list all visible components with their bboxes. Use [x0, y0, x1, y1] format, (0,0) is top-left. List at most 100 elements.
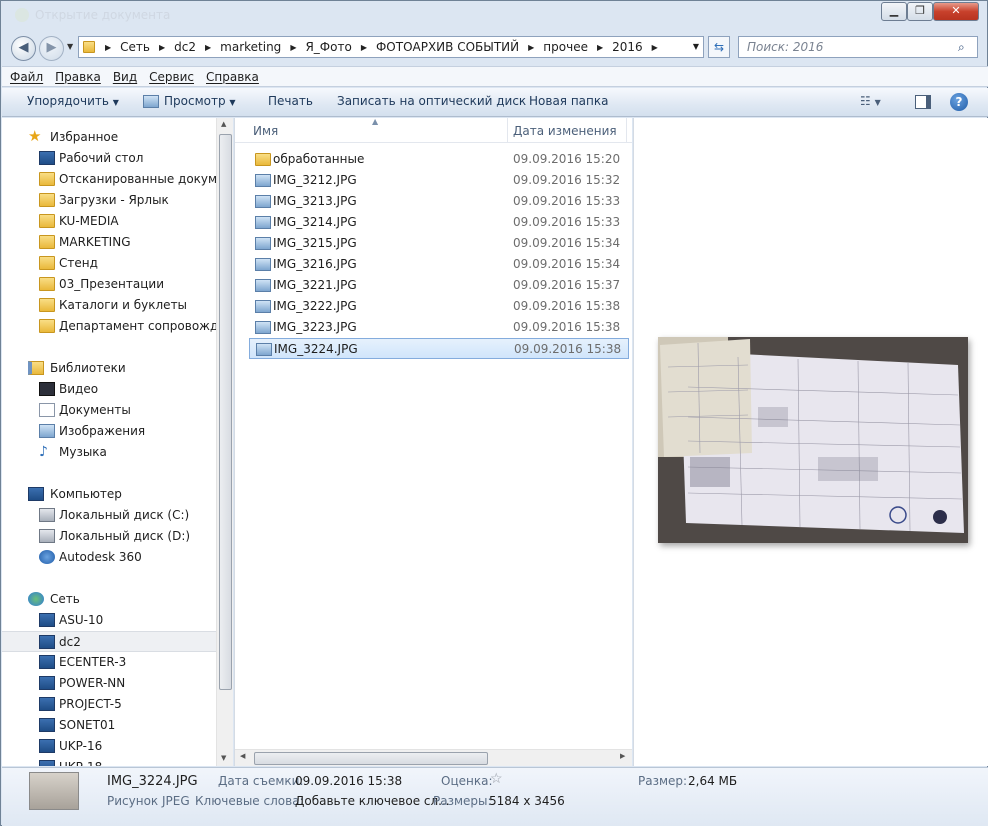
nav-item[interactable]: POWER-NN — [2, 673, 216, 694]
keywords-value[interactable]: Добавьте ключевое сл... — [295, 794, 450, 808]
crumb-item[interactable]: Сеть — [117, 40, 153, 54]
nav-header-network[interactable]: Сеть — [2, 589, 216, 610]
nav-item[interactable]: Видео — [2, 379, 216, 400]
image-file-icon — [255, 174, 271, 187]
close-button[interactable]: ✕ — [933, 2, 979, 21]
crumb-item[interactable]: прочее — [540, 40, 591, 54]
crumb-item[interactable]: 2016 — [609, 40, 646, 54]
file-scroll-thumb[interactable] — [254, 752, 488, 765]
nav-item[interactable]: KU-MEDIA — [2, 211, 216, 232]
nav-item[interactable]: UKP-16 — [2, 736, 216, 757]
crumb-separator-icon[interactable]: ▶ — [591, 43, 609, 52]
crumb-separator-icon[interactable]: ▶ — [522, 43, 540, 52]
nav-scroll-thumb[interactable] — [219, 134, 232, 690]
rating-star-icon[interactable]: ☆ — [490, 771, 503, 787]
crumb-separator-icon[interactable]: ▶ — [284, 43, 302, 52]
nav-item[interactable]: Каталоги и буклеты — [2, 295, 216, 316]
date-taken-value[interactable]: 09.09.2016 15:38 — [295, 774, 402, 788]
file-name: IMG_3223.JPG — [273, 320, 357, 334]
crumb-separator-icon[interactable]: ▶ — [646, 43, 664, 52]
nav-header-favorites[interactable]: ★ Избранное — [2, 127, 216, 148]
column-date[interactable]: Дата изменения — [513, 124, 617, 138]
burn-disc-button[interactable]: Записать на оптический диск — [337, 94, 526, 108]
nav-item[interactable]: PROJECT-5 — [2, 694, 216, 715]
menu-item[interactable]: Правка — [55, 70, 101, 84]
column-name[interactable]: Имя — [253, 124, 278, 138]
maximize-button[interactable]: ❐ — [907, 2, 933, 21]
menu-item[interactable]: Справка — [206, 70, 259, 84]
menu-bar: Файл Правка Вид Сервис Справка — [2, 66, 988, 87]
nav-item[interactable]: dc2 — [2, 631, 216, 652]
file-row[interactable]: IMG_3212.JPG 09.09.2016 15:32 — [249, 170, 629, 191]
image-file-icon — [255, 300, 271, 313]
nav-header-libraries[interactable]: Библиотеки — [2, 358, 216, 379]
preview-button[interactable]: Просмотр ▼ — [164, 94, 236, 108]
nav-header-computer[interactable]: Компьютер — [2, 484, 216, 505]
crumb-item[interactable]: Я_Фото — [302, 40, 354, 54]
scroll-right-icon[interactable]: ▶ — [620, 752, 625, 760]
nav-item[interactable]: Стенд — [2, 253, 216, 274]
crumb-separator-icon[interactable]: ▶ — [153, 43, 171, 52]
file-row[interactable]: обработанные 09.09.2016 15:20 — [249, 149, 629, 170]
search-input[interactable]: Поиск: 2016 — [738, 36, 978, 58]
organize-button[interactable]: Упорядочить ▼ — [27, 94, 119, 108]
nav-item[interactable]: Изображения — [2, 421, 216, 442]
nav-item[interactable]: Локальный диск (D:) — [2, 526, 216, 547]
nav-item[interactable]: Отсканированные документы — [2, 169, 216, 190]
crumb-item[interactable]: ФОТОАРХИВ СОБЫТИЙ — [373, 40, 522, 54]
nav-item[interactable]: ♪ Музыка — [2, 442, 216, 463]
crumb-item[interactable]: marketing — [217, 40, 284, 54]
preview-pane-icon[interactable] — [915, 95, 931, 109]
file-row[interactable]: IMG_3216.JPG 09.09.2016 15:34 — [249, 254, 629, 275]
explorer-window: Открытие документа ▁ ❐ ✕ ◀ ▶ ▼ ▶ Сеть ▶ dc2… — [0, 0, 988, 826]
file-row[interactable]: IMG_3223.JPG 09.09.2016 15:38 — [249, 317, 629, 338]
menu-item[interactable]: Сервис — [149, 70, 194, 84]
file-row[interactable]: IMG_3213.JPG 09.09.2016 15:33 — [249, 191, 629, 212]
nav-item[interactable]: ECENTER-3 — [2, 652, 216, 673]
menu-item[interactable]: Файл — [10, 70, 43, 84]
print-button[interactable]: Печать — [268, 94, 313, 108]
scroll-up-icon[interactable]: ▲ — [221, 120, 226, 128]
nav-item[interactable]: Локальный диск (C:) — [2, 505, 216, 526]
history-dropdown-icon[interactable]: ▼ — [67, 42, 73, 51]
file-row[interactable]: IMG_3221.JPG 09.09.2016 15:37 — [249, 275, 629, 296]
nav-item[interactable]: 03_Презентации — [2, 274, 216, 295]
file-row[interactable]: IMG_3222.JPG 09.09.2016 15:38 — [249, 296, 629, 317]
nav-item[interactable]: Autodesk 360 — [2, 547, 216, 568]
view-options-icon[interactable]: ☷ ▼ — [860, 94, 881, 108]
nav-item[interactable]: MARKETING — [2, 232, 216, 253]
help-icon[interactable]: ? — [950, 93, 968, 111]
date-taken-label: Дата съемки: — [218, 774, 304, 788]
forward-button[interactable]: ▶ — [39, 36, 64, 61]
search-icon[interactable]: ⌕ — [958, 40, 965, 55]
scroll-down-icon[interactable]: ▼ — [221, 754, 226, 762]
refresh-button[interactable]: ⇆ — [708, 36, 730, 58]
scroll-left-icon[interactable]: ◀ — [240, 752, 245, 760]
nav-item[interactable]: Департамент сопровождения — [2, 316, 216, 337]
back-button[interactable]: ◀ — [11, 36, 36, 61]
file-hscrollbar[interactable]: ◀ ▶ — [235, 749, 632, 766]
address-dropdown-icon[interactable]: ▼ — [693, 42, 699, 51]
crumb-separator-icon[interactable]: ▶ — [199, 43, 217, 52]
minimize-button[interactable]: ▁ — [881, 2, 907, 21]
nav-item[interactable]: SONET01 — [2, 715, 216, 736]
crumb-item[interactable]: dc2 — [171, 40, 199, 54]
crumb-separator-icon[interactable]: ▶ — [99, 43, 117, 52]
address-bar[interactable]: ▶ Сеть ▶ dc2 ▶ marketing ▶ Я_Фото ▶ ФОТОАРХИВ СОБ… — [78, 36, 704, 58]
nav-item[interactable]: Документы — [2, 400, 216, 421]
nav-item[interactable]: UKP-18 — [2, 757, 216, 766]
nav-scrollbar[interactable]: ▲ ▼ — [216, 118, 233, 766]
file-row[interactable]: IMG_3214.JPG 09.09.2016 15:33 — [249, 212, 629, 233]
menu-item[interactable]: Вид — [113, 70, 137, 84]
nav-item[interactable]: Загрузки - Ярлык — [2, 190, 216, 211]
nav-item[interactable]: ASU-10 — [2, 610, 216, 631]
image-file-icon — [255, 321, 271, 334]
nav-item[interactable]: Рабочий стол — [2, 148, 216, 169]
file-row[interactable]: IMG_3215.JPG 09.09.2016 15:34 — [249, 233, 629, 254]
details-filename: IMG_3224.JPG — [107, 774, 198, 789]
file-row[interactable]: IMG_3224.JPG 09.09.2016 15:38 — [249, 338, 629, 359]
photo-preview — [658, 337, 968, 543]
crumb-separator-icon[interactable]: ▶ — [355, 43, 373, 52]
folder-icon — [83, 41, 95, 53]
new-folder-button[interactable]: Новая папка — [529, 94, 608, 108]
